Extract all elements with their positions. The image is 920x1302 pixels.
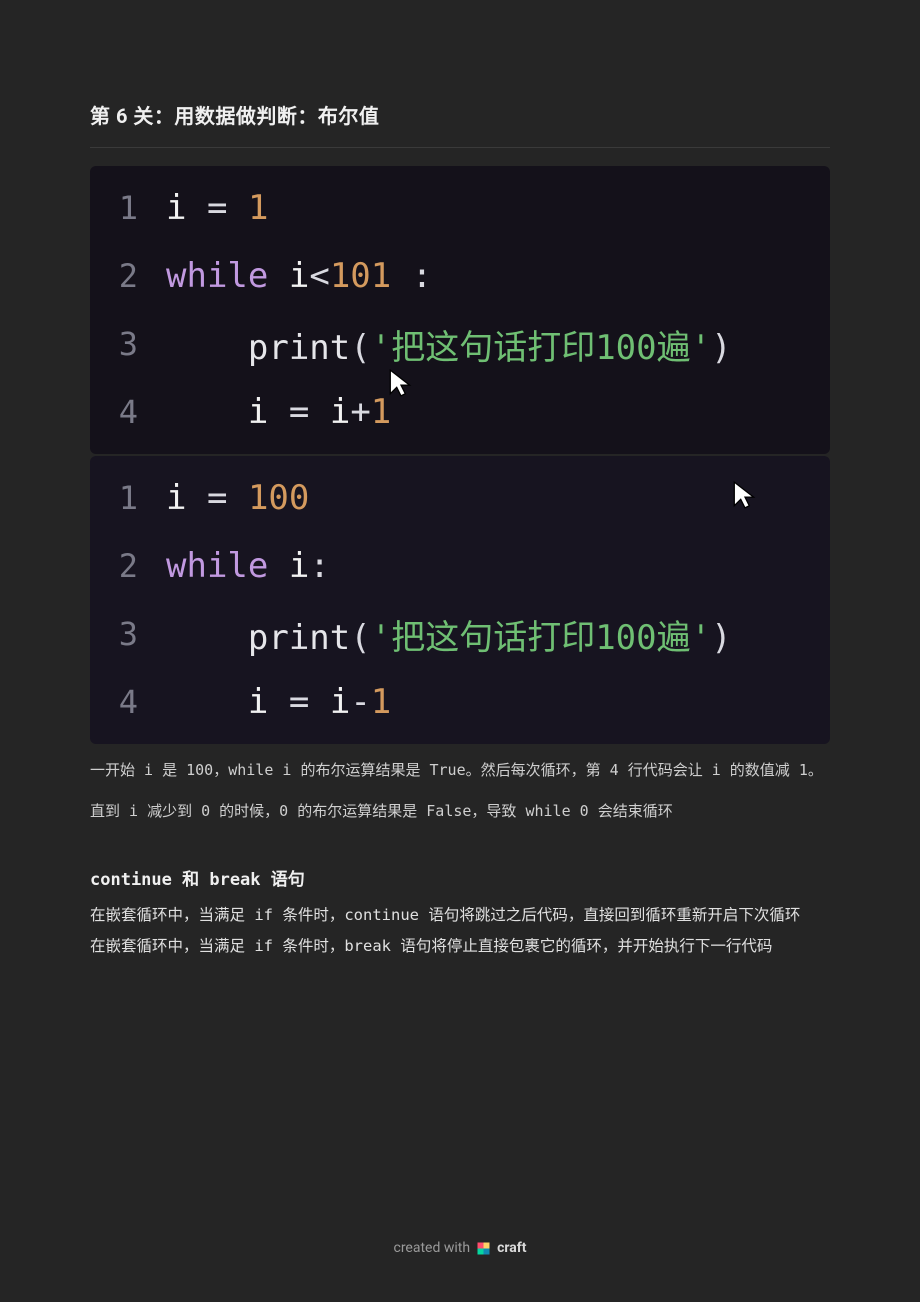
line-number: 1 [90, 479, 166, 517]
code-text: while i<101 : [166, 256, 830, 296]
code-text: i = 1 [166, 188, 830, 228]
code-text: i = 100 [166, 478, 830, 518]
code-text: i = i-1 [166, 682, 830, 722]
line-number: 4 [90, 393, 166, 431]
code-block-2: 1 i = 100 2 while i: 3 print('把这句话打印100遍… [90, 456, 830, 744]
page-title: 第 6 关：用数据做判断：布尔值 [90, 100, 830, 148]
description-line-2: 直到 i 减少到 0 的时候，0 的布尔运算结果是 False，导致 while… [90, 797, 830, 826]
craft-logo-icon [476, 1241, 491, 1256]
code-text: print('把这句话打印100遍') [166, 610, 830, 659]
footer-created-with-text: created with [393, 1240, 470, 1256]
code-line: 2 while i<101 : [90, 242, 830, 310]
paragraph-break: 在嵌套循环中，当满足 if 条件时，break 语句将停止直接包裹它的循环，并开… [90, 931, 830, 962]
code-text: i = i+1 [166, 392, 830, 432]
footer-brand-text: craft [497, 1240, 526, 1256]
code-line: 3 print('把这句话打印100遍') [90, 310, 830, 378]
code-line: 1 i = 100 [90, 464, 830, 532]
line-number: 3 [90, 325, 166, 363]
line-number: 3 [90, 615, 166, 653]
code-text: while i: [166, 546, 830, 586]
paragraph-continue: 在嵌套循环中，当满足 if 条件时，continue 语句将跳过之后代码，直接回… [90, 900, 830, 931]
line-number: 4 [90, 683, 166, 721]
section-heading-continue-break: continue 和 break 语句 [90, 865, 830, 890]
description-line-1: 一开始 i 是 100，while i 的布尔运算结果是 True。然后每次循环… [90, 756, 830, 785]
code-block-1: 1 i = 1 2 while i<101 : 3 print('把这句话打印1… [90, 166, 830, 454]
code-line: 4 i = i-1 [90, 668, 830, 736]
code-text: print('把这句话打印100遍') [166, 320, 830, 369]
code-line: 4 i = i+1 [90, 378, 830, 446]
main-content: 第 6 关：用数据做判断：布尔值 1 i = 1 2 while i<101 :… [0, 0, 920, 962]
code-line: 1 i = 1 [90, 174, 830, 242]
line-number: 2 [90, 257, 166, 295]
footer-credit: created with craft [0, 1240, 920, 1256]
code-line: 3 print('把这句话打印100遍') [90, 600, 830, 668]
code-line: 2 while i: [90, 532, 830, 600]
line-number: 2 [90, 547, 166, 585]
line-number: 1 [90, 189, 166, 227]
